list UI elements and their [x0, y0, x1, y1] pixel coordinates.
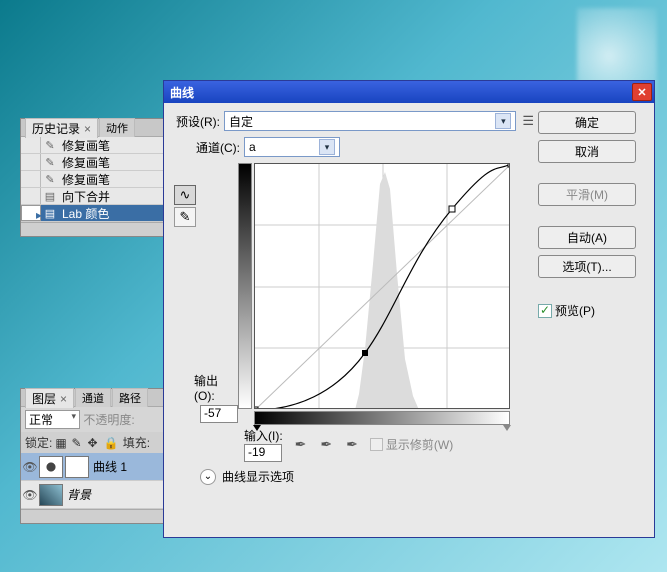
tab-actions[interactable]: 动作 [99, 118, 135, 137]
preview-checkbox[interactable] [538, 304, 552, 318]
history-item-label: 修复画笔 [59, 154, 110, 171]
preset-label: 预设(R): [174, 113, 224, 130]
tab-label: 图层 [32, 392, 56, 406]
close-icon[interactable]: × [60, 392, 67, 406]
show-clipping-checkbox[interactable] [370, 438, 383, 451]
curves-graph[interactable] [254, 163, 510, 409]
brush-icon: ✎ [41, 156, 59, 169]
preset-menu-icon[interactable]: ☰ [522, 113, 534, 129]
lock-paint-icon[interactable]: ✎ [71, 436, 84, 450]
panel-footer [21, 222, 174, 236]
dialog-title: 曲线 [170, 84, 194, 101]
lock-move-icon[interactable]: ✥ [88, 436, 101, 450]
blend-mode-select[interactable]: 正常 ▾ [25, 410, 80, 429]
history-item-label: 向下合并 [59, 188, 110, 205]
blend-mode-value: 正常 [29, 413, 53, 427]
gray-eyedropper[interactable]: ✒ [318, 436, 334, 453]
channel-value: a [249, 140, 256, 154]
show-clipping-label: 显示修剪(W) [386, 436, 453, 453]
black-eyedropper[interactable]: ✒ [293, 436, 309, 453]
panel-footer [21, 509, 171, 523]
lock-transparent-icon[interactable]: ▦ [55, 436, 68, 450]
layer-row[interactable]: 👁 曲线 1 [21, 453, 171, 481]
brush-icon: ✎ [41, 173, 59, 186]
histogram [355, 172, 419, 409]
dialog-titlebar[interactable]: 曲线 ✕ [164, 81, 654, 103]
input-label: 输入(I): [244, 427, 283, 444]
horizontal-gradient[interactable] [254, 411, 510, 425]
layer-thumbnail[interactable] [39, 484, 63, 506]
curve-endpoint[interactable] [255, 407, 258, 409]
visibility-icon[interactable]: 👁 [21, 460, 39, 474]
cancel-button[interactable]: 取消 [538, 140, 636, 163]
smooth-button[interactable]: 平滑(M) [538, 183, 636, 206]
preset-select[interactable]: 自定 ▾ [224, 111, 516, 131]
preview-label: 预览(P) [555, 302, 595, 319]
curves-dialog: 曲线 ✕ 预设(R): 自定 ▾ ☰ 通道(C): a ▾ [163, 80, 655, 538]
history-panel: 历史记录× 动作 ✎修复画笔 ✎修复画笔 ✎修复画笔 ▤向下合并 ▸▤Lab 颜… [20, 118, 175, 237]
layer-name: 背景 [63, 486, 91, 503]
mask-thumbnail[interactable] [65, 456, 89, 478]
input-field[interactable]: -19 [244, 444, 282, 462]
curve-point-tool[interactable]: ∿ [174, 185, 196, 205]
chevron-down-icon: ▾ [71, 411, 76, 422]
curve-pencil-tool[interactable]: ✎ [174, 207, 196, 227]
layer-thumbnail[interactable] [39, 456, 63, 478]
disclosure-toggle[interactable]: ⌄ [200, 469, 216, 485]
chevron-down-icon: ▾ [319, 139, 335, 155]
lock-bar: 锁定: ▦ ✎ ✥ 🔒 填充: [21, 432, 171, 453]
history-item-label: Lab 颜色 [59, 205, 109, 222]
white-point-slider[interactable] [503, 425, 511, 431]
history-list: ✎修复画笔 ✎修复画笔 ✎修复画笔 ▤向下合并 ▸▤Lab 颜色 [21, 137, 174, 222]
white-eyedropper[interactable]: ✒ [344, 436, 360, 453]
chevron-down-icon: ▾ [495, 113, 511, 129]
mode-icon: ▤ [41, 207, 59, 220]
channel-select[interactable]: a ▾ [244, 137, 340, 157]
close-button[interactable]: ✕ [632, 83, 652, 101]
curve-display-options-label: 曲线显示选项 [222, 468, 294, 485]
layer-list: 👁 曲线 1 👁 背景 [21, 453, 171, 509]
lock-all-icon[interactable]: 🔒 [104, 436, 117, 450]
curve-point[interactable] [449, 206, 455, 212]
auto-button[interactable]: 自动(A) [538, 226, 636, 249]
layers-tabbar: 图层 × 通道 路径 [21, 389, 171, 407]
output-field[interactable]: -57 [200, 405, 238, 423]
history-item-label: 修复画笔 [59, 171, 110, 188]
fill-label: 填充: [123, 436, 150, 450]
history-item[interactable]: ▸▤Lab 颜色 [21, 205, 174, 222]
layer-row[interactable]: 👁 背景 [21, 481, 171, 509]
close-icon[interactable]: × [84, 122, 91, 136]
curve-endpoint[interactable] [508, 164, 510, 167]
history-item[interactable]: ✎修复画笔 [21, 137, 174, 154]
black-point-slider[interactable] [253, 425, 261, 431]
history-item-label: 修复画笔 [59, 137, 110, 154]
layer-name: 曲线 1 [89, 458, 127, 475]
history-tabbar: 历史记录 × 动作 [21, 119, 174, 137]
vertical-gradient [238, 163, 252, 409]
history-item[interactable]: ✎修复画笔 [21, 154, 174, 171]
channel-label: 通道(C): [196, 139, 244, 156]
tab-label: 历史记录 [32, 122, 80, 136]
opacity-label: 不透明度: [83, 413, 134, 427]
layers-controls: 正常 ▾ 不透明度: [21, 407, 171, 432]
brush-icon: ✎ [41, 139, 59, 152]
merge-icon: ▤ [41, 190, 59, 203]
preset-value: 自定 [229, 113, 253, 130]
curve-point[interactable] [362, 350, 368, 356]
ok-button[interactable]: 确定 [538, 111, 636, 134]
visibility-icon[interactable]: 👁 [21, 488, 39, 502]
tab-layers[interactable]: 图层 × [25, 388, 74, 408]
tab-history[interactable]: 历史记录 × [25, 118, 98, 138]
history-item[interactable]: ✎修复画笔 [21, 171, 174, 188]
output-label: 输出(O): [194, 372, 238, 405]
history-item[interactable]: ▤向下合并 [21, 188, 174, 205]
tab-channels[interactable]: 通道 [75, 388, 111, 407]
options-button[interactable]: 选项(T)... [538, 255, 636, 278]
tab-paths[interactable]: 路径 [112, 388, 148, 407]
lock-label: 锁定: [25, 436, 52, 450]
layers-panel: 图层 × 通道 路径 正常 ▾ 不透明度: 锁定: ▦ ✎ ✥ 🔒 填充: 👁 曲线… [20, 388, 172, 524]
